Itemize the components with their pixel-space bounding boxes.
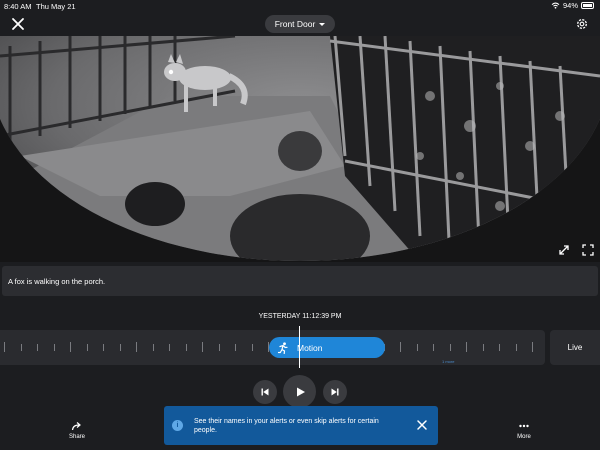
timeline-tick xyxy=(169,344,170,351)
video-frame xyxy=(0,36,600,262)
timeline-tick xyxy=(433,344,434,351)
share-button[interactable]: Share xyxy=(60,421,94,440)
skip-previous-icon xyxy=(261,388,269,396)
screen: 8:40 AM Thu May 21 94% Front Door A fox … xyxy=(0,0,600,450)
timeline-tick xyxy=(466,342,467,352)
battery-icon xyxy=(581,2,594,9)
timeline-tick xyxy=(136,342,137,352)
live-label: Live xyxy=(567,343,583,352)
skip-next-icon xyxy=(331,388,339,396)
timeline-note: 1 more xyxy=(442,359,455,364)
timeline-tick xyxy=(202,342,203,352)
promo-toast: i See their names in your alerts or even… xyxy=(164,406,438,445)
close-icon[interactable] xyxy=(10,16,26,32)
timeline-tick xyxy=(235,344,236,351)
timeline-tick xyxy=(20,344,22,351)
timeline-tick xyxy=(53,344,55,351)
timeline-tick xyxy=(37,344,38,351)
running-person-icon xyxy=(277,341,288,354)
timeline-tick xyxy=(4,342,5,352)
info-icon: i xyxy=(172,420,183,431)
timeline-tick xyxy=(449,344,451,351)
timeline-tick xyxy=(86,344,88,351)
timeline-tick xyxy=(416,344,418,351)
expand-icon[interactable] xyxy=(558,244,570,256)
timeline-tick xyxy=(400,342,401,352)
live-button[interactable]: Live xyxy=(550,330,600,365)
status-bar: 8:40 AM Thu May 21 94% xyxy=(0,0,600,12)
more-dots-icon xyxy=(519,424,529,428)
previous-button[interactable] xyxy=(253,380,277,404)
timeline-tick xyxy=(499,344,500,351)
share-label: Share xyxy=(68,434,85,440)
event-timeline[interactable]: Motion 1 more xyxy=(0,330,545,365)
toast-close-icon[interactable] xyxy=(416,419,428,431)
timeline-tick xyxy=(119,344,121,351)
camera-video[interactable] xyxy=(0,36,600,262)
share-icon xyxy=(71,422,81,431)
event-caption: A fox is walking on the porch. xyxy=(2,266,598,296)
more-button[interactable]: More xyxy=(507,421,541,440)
gear-icon[interactable] xyxy=(575,17,589,31)
wifi-icon xyxy=(551,2,560,9)
timeline-tick xyxy=(185,344,187,351)
toast-message: See their names in your alerts or even s… xyxy=(194,417,379,434)
camera-name: Front Door xyxy=(274,19,316,29)
camera-selector[interactable]: Front Door xyxy=(265,15,335,33)
motion-event-pill[interactable]: Motion xyxy=(269,337,385,358)
next-button[interactable] xyxy=(323,380,347,404)
status-right: 94% xyxy=(551,1,594,10)
timeline-playhead[interactable] xyxy=(299,326,300,368)
timeline-tick xyxy=(152,344,154,351)
play-button[interactable] xyxy=(283,375,316,408)
status-date: Thu May 21 xyxy=(36,2,76,11)
more-label: More xyxy=(517,434,531,440)
timeline-tick xyxy=(251,344,253,351)
timeline-timestamp: YESTERDAY 11:12:39 PM xyxy=(258,313,342,320)
video-controls xyxy=(558,244,594,256)
fullscreen-icon[interactable] xyxy=(582,244,594,256)
timeline-tick xyxy=(482,344,484,351)
timeline-tick xyxy=(103,344,104,351)
caption-text: A fox is walking on the porch. xyxy=(8,277,106,286)
status-time: 8:40 AM xyxy=(4,2,32,11)
timeline-tick xyxy=(515,344,517,351)
timeline-tick xyxy=(70,342,71,352)
play-icon xyxy=(296,387,305,396)
battery-percent: 94% xyxy=(562,1,578,10)
chevron-down-icon xyxy=(319,22,326,26)
timeline-tick xyxy=(532,342,533,352)
motion-event-label: Motion xyxy=(297,342,323,353)
timeline-tick xyxy=(218,344,220,351)
